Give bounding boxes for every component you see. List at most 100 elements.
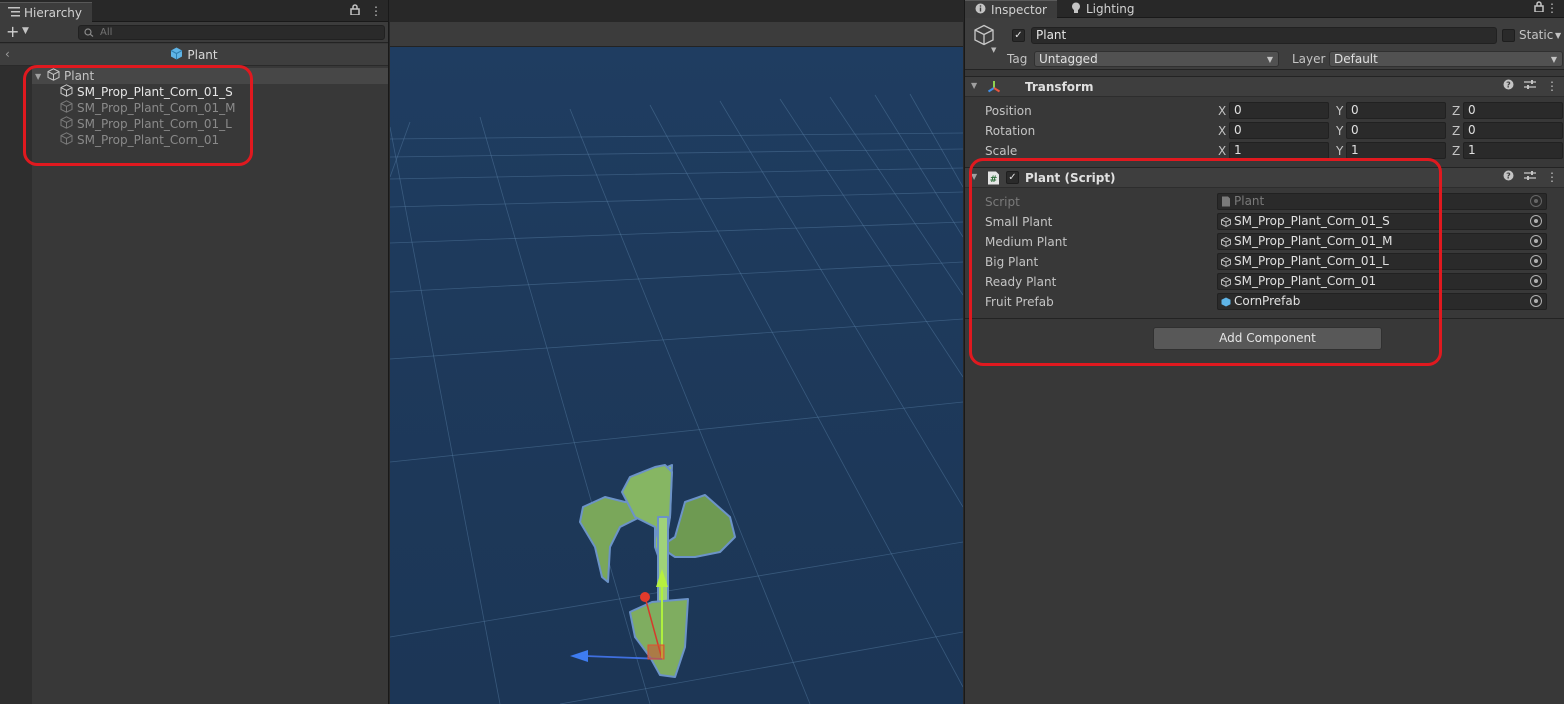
tag-value: Untagged	[1039, 52, 1098, 66]
axis-y-label[interactable]: Y	[1336, 144, 1343, 158]
expand-arrow-icon[interactable]: ▼	[35, 72, 43, 81]
scale-z-field[interactable]: 1	[1463, 142, 1563, 159]
tab-inspector[interactable]: Inspector	[965, 0, 1057, 18]
inspector-tabbar: Inspector Lighting ⋮	[965, 0, 1564, 18]
gameobject-icon	[60, 100, 73, 116]
script-label: Script	[985, 195, 1020, 209]
lock-icon[interactable]	[1534, 1, 1544, 15]
add-object-button[interactable]: +	[6, 23, 19, 41]
gameobject-icon	[1221, 276, 1231, 288]
gameobject-icon	[60, 132, 73, 148]
foldout-arrow-icon[interactable]: ▼	[971, 172, 977, 181]
object-picker-icon[interactable]	[1530, 235, 1542, 247]
chevron-down-icon[interactable]: ▼	[991, 46, 996, 54]
axis-x-label[interactable]: X	[1218, 144, 1226, 158]
tab-lighting[interactable]: Lighting	[1061, 0, 1145, 18]
preset-sliders-icon[interactable]	[1524, 79, 1536, 93]
tree-item[interactable]: SM_Prop_Plant_Corn_01	[32, 132, 388, 148]
help-icon[interactable]: ?	[1503, 170, 1514, 184]
tag-dropdown[interactable]: Untagged ▼	[1034, 51, 1279, 67]
medium-plant-label: Medium Plant	[985, 235, 1068, 249]
gameobject-icon	[1221, 236, 1231, 248]
x-axis-handle	[640, 592, 650, 602]
script-component-title: Plant (Script)	[1025, 171, 1116, 185]
position-y-field[interactable]: 0	[1346, 102, 1446, 119]
object-picker-icon[interactable]	[1530, 295, 1542, 307]
rotation-y-field[interactable]: 0	[1346, 122, 1446, 139]
gameobject-icon	[60, 84, 73, 100]
hierarchy-toolbar: + ▼ All	[0, 22, 388, 43]
chevron-down-icon: ▼	[1266, 55, 1273, 64]
axis-y-label[interactable]: Y	[1336, 104, 1343, 118]
preset-sliders-icon[interactable]	[1524, 170, 1536, 184]
lock-icon[interactable]	[350, 4, 360, 18]
chevron-down-icon[interactable]: ▼	[1555, 31, 1561, 40]
object-picker-icon[interactable]	[1530, 215, 1542, 227]
position-label: Position	[985, 104, 1032, 118]
search-icon	[84, 26, 94, 40]
kebab-menu-icon[interactable]: ⋮	[1546, 79, 1558, 93]
fruit-prefab-field[interactable]: CornPrefab	[1217, 293, 1547, 310]
ready-plant-value: SM_Prop_Plant_Corn_01	[1234, 274, 1377, 288]
tree-item[interactable]: SM_Prop_Plant_Corn_01_L	[32, 116, 388, 132]
help-icon[interactable]: ?	[1503, 79, 1514, 93]
svg-text:?: ?	[1506, 172, 1511, 181]
object-picker-icon[interactable]	[1530, 275, 1542, 287]
prefab-icon	[1221, 296, 1231, 307]
back-arrow-icon[interactable]: ‹	[5, 47, 10, 61]
scale-x-field[interactable]: 1	[1229, 142, 1329, 159]
ready-plant-field[interactable]: SM_Prop_Plant_Corn_01	[1217, 273, 1547, 290]
static-checkbox[interactable]	[1502, 29, 1515, 42]
kebab-menu-icon[interactable]: ⋮	[370, 4, 382, 18]
gameobject-icon	[47, 68, 60, 84]
search-input[interactable]: All	[78, 25, 385, 40]
gameobject-icon[interactable]	[973, 24, 997, 48]
kebab-menu-icon[interactable]: ⋮	[1546, 1, 1558, 15]
axis-z-label[interactable]: Z	[1452, 104, 1460, 118]
position-x-field[interactable]: 0	[1229, 102, 1329, 119]
rotation-z-field[interactable]: 0	[1463, 122, 1563, 139]
foldout-arrow-icon[interactable]: ▼	[971, 81, 977, 90]
component-enabled-checkbox[interactable]: ✓	[1006, 171, 1019, 184]
tree-item[interactable]: SM_Prop_Plant_Corn_01_S	[32, 84, 388, 100]
layer-label: Layer	[1292, 52, 1326, 66]
medium-plant-field[interactable]: SM_Prop_Plant_Corn_01_M	[1217, 233, 1547, 250]
big-plant-value: SM_Prop_Plant_Corn_01_L	[1234, 254, 1389, 268]
chevron-down-icon[interactable]: ▼	[22, 26, 29, 36]
tree-item[interactable]: SM_Prop_Plant_Corn_01_M	[32, 100, 388, 116]
tree-item-label: SM_Prop_Plant_Corn_01_S	[77, 85, 233, 99]
tree-item-label: SM_Prop_Plant_Corn_01_L	[77, 117, 232, 131]
object-name-field[interactable]: Plant	[1031, 27, 1497, 44]
axis-x-label[interactable]: X	[1218, 104, 1226, 118]
axis-x-label[interactable]: X	[1218, 124, 1226, 138]
big-plant-field[interactable]: SM_Prop_Plant_Corn_01_L	[1217, 253, 1547, 270]
axis-y-label[interactable]: Y	[1336, 124, 1343, 138]
tab-hierarchy[interactable]: Hierarchy	[0, 2, 93, 22]
hierarchy-gutter	[0, 66, 32, 704]
gameobject-icon	[1221, 256, 1231, 268]
tree-item-root[interactable]: ▼ Plant	[32, 68, 388, 84]
scene-viewport[interactable]	[390, 47, 963, 704]
object-picker-icon[interactable]	[1530, 255, 1542, 267]
active-checkbox[interactable]: ✓	[1012, 29, 1025, 42]
layer-dropdown[interactable]: Default ▼	[1329, 51, 1563, 67]
axis-z-label[interactable]: Z	[1452, 124, 1460, 138]
rotation-x-field[interactable]: 0	[1229, 122, 1329, 139]
transform-header[interactable]: ▼ Transform ? ⋮	[965, 76, 1564, 97]
scale-y-field[interactable]: 1	[1346, 142, 1446, 159]
small-plant-field[interactable]: SM_Prop_Plant_Corn_01_S	[1217, 213, 1547, 230]
position-z-field[interactable]: 0	[1463, 102, 1563, 119]
tab-inspector-label: Inspector	[991, 2, 1047, 17]
hierarchy-panel: Hierarchy ⋮ + ▼ All ‹ Plant ▼ Plant SM_P…	[0, 0, 389, 704]
scene-view[interactable]	[390, 0, 963, 704]
kebab-menu-icon[interactable]: ⋮	[1546, 170, 1558, 184]
scene-toolbar	[390, 22, 963, 47]
gameobject-header: ▼ ✓ Plant Static ▼ Tag Untagged ▼ Layer …	[965, 18, 1564, 70]
small-plant-label: Small Plant	[985, 215, 1053, 229]
axis-z-label[interactable]: Z	[1452, 144, 1460, 158]
tree-item-label: Plant	[64, 69, 95, 83]
component-separator	[965, 318, 1564, 319]
add-component-button[interactable]: Add Component	[1153, 327, 1382, 350]
script-component-header[interactable]: ▼ # ✓ Plant (Script) ? ⋮	[965, 167, 1564, 188]
tab-lighting-label: Lighting	[1086, 2, 1135, 16]
